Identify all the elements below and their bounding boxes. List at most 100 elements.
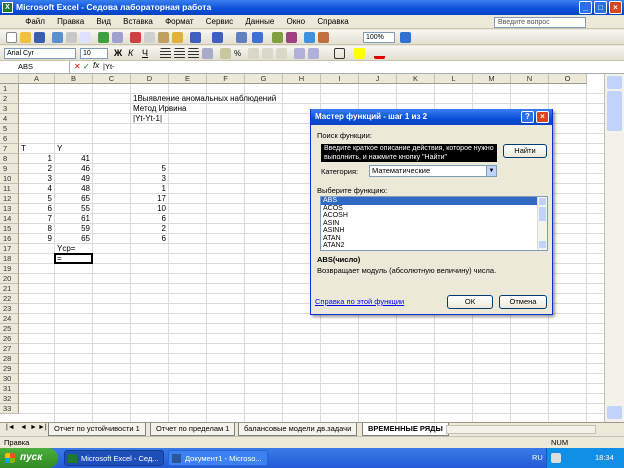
cell-d15[interactable]: 2 xyxy=(131,224,166,234)
permission-icon[interactable] xyxy=(52,32,63,43)
tab-last-icon[interactable]: ►| xyxy=(38,424,47,431)
dialog-help-button[interactable]: ? xyxy=(521,111,534,123)
row-header-28[interactable]: 28 xyxy=(0,354,19,364)
spelling-icon[interactable] xyxy=(98,32,109,43)
help-link[interactable]: Справка по этой функции xyxy=(315,297,404,306)
sheet-tab-stability[interactable]: Отчет по устойчивости 1 xyxy=(48,423,146,436)
decrease-indent-icon[interactable] xyxy=(294,48,305,59)
find-button[interactable]: Найти xyxy=(503,144,547,158)
cell-d10[interactable]: 3 xyxy=(131,174,166,184)
column-header-b[interactable]: B xyxy=(55,74,93,84)
name-box[interactable]: ABS xyxy=(0,61,70,73)
column-header-f[interactable]: F xyxy=(207,74,245,84)
scroll-thumb[interactable] xyxy=(607,91,622,131)
column-header-n[interactable]: N xyxy=(511,74,549,84)
comma-style-icon[interactable] xyxy=(248,48,259,59)
cell-b12[interactable]: 65 xyxy=(55,194,90,204)
italic-icon[interactable]: К xyxy=(128,48,139,59)
borders-icon[interactable] xyxy=(334,48,345,59)
menu-view[interactable]: Вид xyxy=(91,15,115,29)
dialog-close-button[interactable]: × xyxy=(536,111,549,123)
minimize-button[interactable]: _ xyxy=(579,1,592,14)
cell-d3[interactable]: Метод Ирвина xyxy=(133,104,186,114)
decrease-decimal-icon[interactable] xyxy=(276,48,287,59)
row-header-29[interactable]: 29 xyxy=(0,364,19,374)
tab-prev-icon[interactable]: ◄ xyxy=(20,424,27,431)
row-header-11[interactable]: 11 xyxy=(0,184,19,194)
font-size-select[interactable]: 10 xyxy=(80,48,108,59)
function-search-input[interactable]: Введите краткое описание действия, котор… xyxy=(321,144,497,162)
cell-b7[interactable]: Y xyxy=(57,144,62,154)
percent-icon[interactable]: % xyxy=(234,48,245,59)
list-scroll-up-icon[interactable] xyxy=(539,198,546,205)
scroll-down-button[interactable] xyxy=(607,406,622,419)
function-item-acosh[interactable]: ACOSH xyxy=(321,212,538,220)
row-header-31[interactable]: 31 xyxy=(0,384,19,394)
function-list[interactable]: ABS ACOS ACOSH ASIN ASINH ATAN ATAN2 xyxy=(320,196,548,251)
column-header-e[interactable]: E xyxy=(169,74,207,84)
cell-a8[interactable]: 1 xyxy=(19,154,52,164)
ok-button[interactable]: ОК xyxy=(447,295,493,309)
cell-a11[interactable]: 4 xyxy=(19,184,52,194)
increase-indent-icon[interactable] xyxy=(308,48,319,59)
column-header-m[interactable]: M xyxy=(473,74,511,84)
fill-color-icon[interactable] xyxy=(354,48,365,59)
cell-b13[interactable]: 55 xyxy=(55,204,90,214)
row-header-17[interactable]: 17 xyxy=(0,244,19,254)
function-item-acos[interactable]: ACOS xyxy=(321,205,538,213)
cell-d9[interactable]: 5 xyxy=(131,164,166,174)
copy-icon[interactable] xyxy=(144,32,155,43)
row-header-13[interactable]: 13 xyxy=(0,204,19,214)
cell-b11[interactable]: 48 xyxy=(55,184,90,194)
scroll-up-button[interactable] xyxy=(607,76,622,89)
row-header-32[interactable]: 32 xyxy=(0,394,19,404)
cell-d13[interactable]: 10 xyxy=(131,204,166,214)
row-header-3[interactable]: 3 xyxy=(0,104,19,114)
sort-descending-icon[interactable] xyxy=(286,32,297,43)
research-icon[interactable] xyxy=(112,32,123,43)
column-header-d[interactable]: D xyxy=(131,74,169,84)
cell-b9[interactable]: 46 xyxy=(55,164,90,174)
menu-data[interactable]: Данные xyxy=(240,15,279,29)
cell-d2[interactable]: 1Выявление аномальных наблюдений xyxy=(133,94,276,104)
help-icon[interactable] xyxy=(400,32,411,43)
paste-icon[interactable] xyxy=(158,32,169,43)
sheet-tab-limits[interactable]: Отчет по пределам 1 xyxy=(150,423,236,436)
sheet-tab-time-series[interactable]: ВРЕМЕННЫЕ РЯДЫ xyxy=(362,423,449,436)
cell-a14[interactable]: 7 xyxy=(19,214,52,224)
row-header-26[interactable]: 26 xyxy=(0,334,19,344)
open-icon[interactable] xyxy=(20,32,31,43)
format-painter-icon[interactable] xyxy=(172,32,183,43)
row-header-12[interactable]: 12 xyxy=(0,194,19,204)
row-header-22[interactable]: 22 xyxy=(0,294,19,304)
ask-question-input[interactable]: Введите вопрос xyxy=(494,17,586,28)
cell-b10[interactable]: 49 xyxy=(55,174,90,184)
clock[interactable]: 18:34 xyxy=(595,448,614,468)
autosum-icon[interactable] xyxy=(252,32,263,43)
row-header-5[interactable]: 5 xyxy=(0,124,19,134)
taskbar-item-excel[interactable]: Microsoft Excel - Сед... xyxy=(64,450,164,466)
undo-icon[interactable] xyxy=(190,32,201,43)
underline-icon[interactable]: Ч xyxy=(142,48,153,59)
cell-a10[interactable]: 3 xyxy=(19,174,52,184)
cell-b14[interactable]: 61 xyxy=(55,214,90,224)
font-color-icon[interactable] xyxy=(374,48,385,59)
chevron-down-icon[interactable]: ▼ xyxy=(486,166,496,176)
maximize-button[interactable]: □ xyxy=(594,1,607,14)
horizontal-scrollbar[interactable] xyxy=(446,425,596,434)
menu-edit[interactable]: Правка xyxy=(52,15,89,29)
row-header-15[interactable]: 15 xyxy=(0,224,19,234)
print-icon[interactable] xyxy=(66,32,77,43)
cut-icon[interactable] xyxy=(130,32,141,43)
merge-center-icon[interactable] xyxy=(202,48,213,59)
row-header-14[interactable]: 14 xyxy=(0,214,19,224)
function-item-asin[interactable]: ASIN xyxy=(321,220,538,228)
cancel-button[interactable]: Отмена xyxy=(499,295,547,309)
cell-b16[interactable]: 65 xyxy=(55,234,90,244)
menu-tools[interactable]: Сервис xyxy=(201,15,238,29)
row-header-1[interactable]: 1 xyxy=(0,84,19,94)
cell-d16[interactable]: 6 xyxy=(131,234,166,244)
row-header-24[interactable]: 24 xyxy=(0,314,19,324)
start-button[interactable]: пуск xyxy=(0,448,58,468)
row-header-33[interactable]: 33 xyxy=(0,404,19,414)
